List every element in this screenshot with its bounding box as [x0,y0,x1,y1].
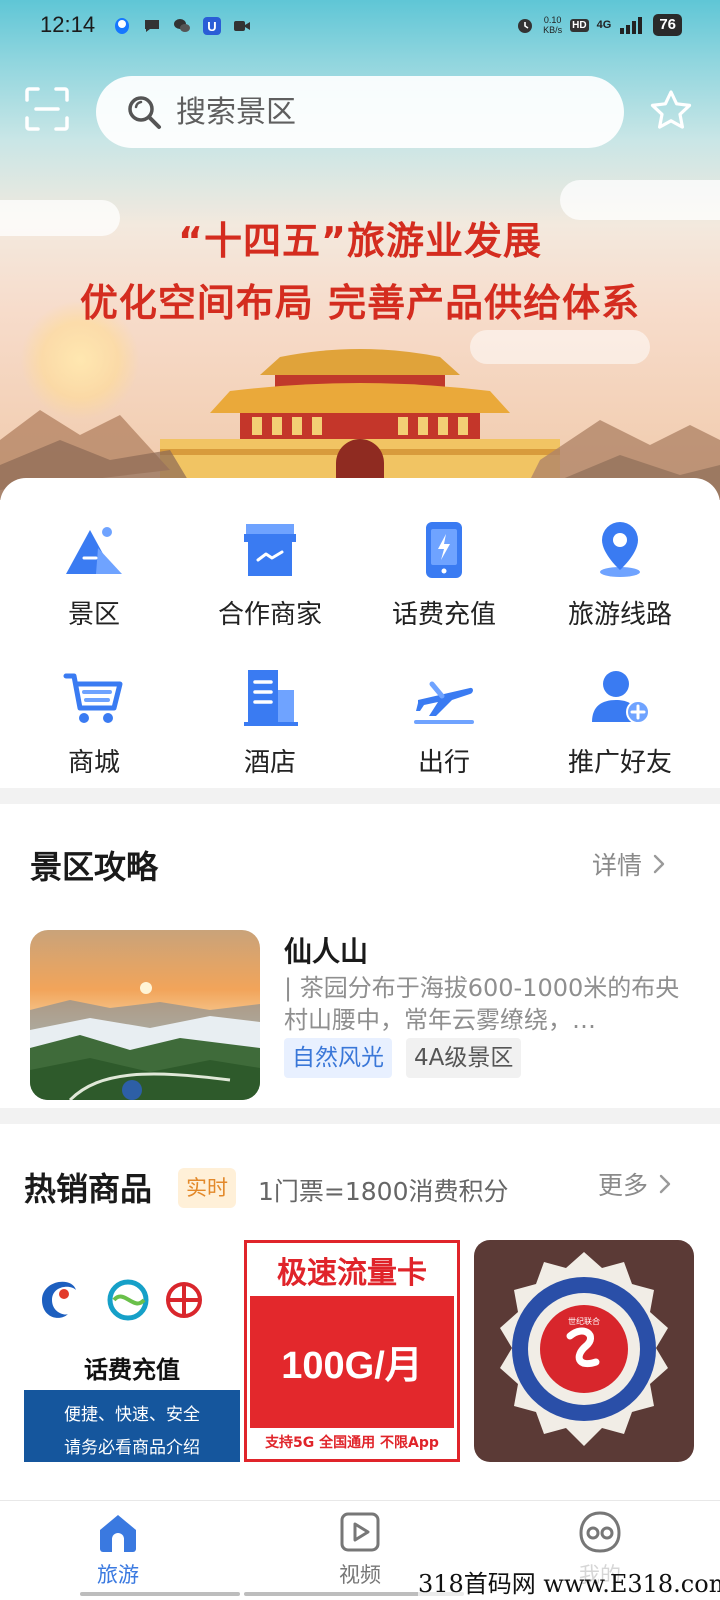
network-label: 4G [596,19,612,31]
add-friend-icon [592,671,650,724]
store-icon [244,524,296,576]
signal-icon [620,17,643,34]
guide-details-label: 详情 [592,851,643,880]
spot-tag: 4A级景区 [406,1038,522,1078]
carrier-logos [42,1279,202,1321]
qq-icon [115,18,129,34]
mountain-icon [66,527,122,574]
product-amount: 100G/月 [281,1345,423,1387]
grid-item-label: 出行 [417,748,470,778]
guide-section-title: 景区攻略 [30,848,159,886]
net-speed: 0.10 KB/s [543,15,562,35]
hotel-icon [244,670,298,726]
section-divider [0,1108,720,1124]
video-camera-icon [234,21,250,31]
hot-more-link[interactable]: 更多 [598,1166,672,1202]
status-time: 12:14 [40,12,96,37]
banner-headline: “十四五”旅游业发展 [178,219,542,263]
grid-item-label: 商城 [67,748,120,778]
spot-thumbnail[interactable] [30,930,260,1100]
nav-tab-travel[interactable]: 旅游 [58,1509,178,1589]
guide-details-link[interactable]: 详情 [592,846,666,882]
grid-item-label: 推广好友 [567,748,672,778]
main-content: 景区 合作商家 话费充值 旅游线路 商城 酒店 出行 推广好友 景区攻略 详情 … [0,478,720,1500]
product-subtitle: 请务必看商品介绍 [64,1438,200,1458]
svg-text:U: U [207,19,216,34]
search-input[interactable] [176,94,556,130]
grid-item-label: 景区 [67,600,120,630]
location-pin-icon [600,522,640,577]
china-unicom-icon [166,1282,202,1318]
product-banner: 便捷、快速、安全 请务必看商品介绍 [24,1390,240,1462]
status-right: 0.10 KB/s HD 4G 76 [515,14,682,36]
scan-icon[interactable] [24,86,70,132]
wechat-icon [174,19,190,32]
spot-tag: 自然风光 [284,1038,392,1078]
spot-photo [30,930,260,1100]
grid-item-invite-friends[interactable]: 推广好友 [530,666,710,779]
net-speed-unit: KB/s [543,25,563,35]
product-title: 极速流量卡 [277,1256,427,1291]
grid-item-hotel[interactable]: 酒店 [180,666,360,779]
grid-item-partner-merchants[interactable]: 合作商家 [180,518,360,631]
grid-item-scenic[interactable]: 景区 [4,518,184,631]
plane-icon [414,681,474,724]
emblem-badge: 世纪联合 [500,1252,668,1446]
grid-item-travel-routes[interactable]: 旅游线路 [530,518,710,631]
emblem-text: 世纪联合 [568,1316,600,1326]
watermark-text: 318首码网 www.E318.com [418,1564,720,1599]
cart-icon [63,673,123,723]
notification-icons: U [112,16,252,36]
star-icon[interactable] [648,88,694,134]
status-bar: 12:14 U 0.10 KB/s HD 4G 76 [0,0,720,56]
section-divider [0,788,720,804]
search-bar[interactable] [96,76,624,148]
product-subtitle: 便捷、快速、安全 [64,1405,200,1425]
grid-item-mall[interactable]: 商城 [4,666,184,779]
home-icon [100,1515,136,1552]
hot-more-label: 更多 [598,1171,649,1200]
hot-section-title: 热销商品 [24,1170,153,1208]
spot-name: 仙人山 [284,935,369,968]
chevron-right-icon [653,854,665,874]
app-u-icon: U [203,17,221,35]
net-speed-value: 0.10 [543,15,562,25]
china-mobile-icon [107,1279,149,1321]
search-icon [128,96,161,129]
live-badge: 实时 [178,1168,236,1208]
nav-tab-label: 视频 [339,1563,381,1587]
product-title: 话费充值 [84,1356,180,1384]
grid-item-travel[interactable]: 出行 [354,666,534,779]
points-exchange-text: 1门票=1800消费积分 [258,1177,509,1206]
product-red-panel: 100G/月 [250,1296,454,1428]
hd-badge: HD [570,18,589,32]
grid-item-label: 合作商家 [217,600,322,630]
grid-item-label: 旅游线路 [567,600,672,630]
chevron-right-icon [659,1174,671,1194]
nav-tab-video[interactable]: 视频 [300,1509,420,1589]
grid-item-label: 酒店 [243,748,296,778]
alarm-icon [518,19,533,33]
product-footer: 支持5G 全国通用 不限App [265,1435,439,1451]
banner-subheadline: 优化空间布局 完善产品供给体系 [79,281,641,325]
profile-icon [579,1511,621,1553]
spot-description: | 茶园分布于海拔600-1000米的布央村山腰中，常年云雾缭绕，… [284,974,680,1034]
phone-charge-icon [426,522,462,578]
home-indicator-segment [80,1592,240,1596]
nav-tab-label: 旅游 [97,1563,139,1587]
battery-indicator: 76 [653,14,682,36]
grid-item-phone-recharge[interactable]: 话费充值 [354,518,534,631]
china-telecom-icon [42,1281,76,1318]
product-card-emblem[interactable]: 世纪联合 [474,1240,694,1462]
chat-icon [145,20,159,32]
grid-item-label: 话费充值 [391,600,496,630]
hero-banner[interactable]: 12:14 U 0.10 KB/s HD 4G 76 搜索景区 “十四五”旅游业… [0,0,720,500]
product-card-phone-recharge[interactable]: 话费充值 便捷、快速、安全 请务必看商品介绍 [24,1240,240,1462]
product-card-data-sim[interactable]: 极速流量卡 100G/月 支持5G 全国通用 不限App [244,1240,460,1462]
video-icon [340,1512,380,1552]
